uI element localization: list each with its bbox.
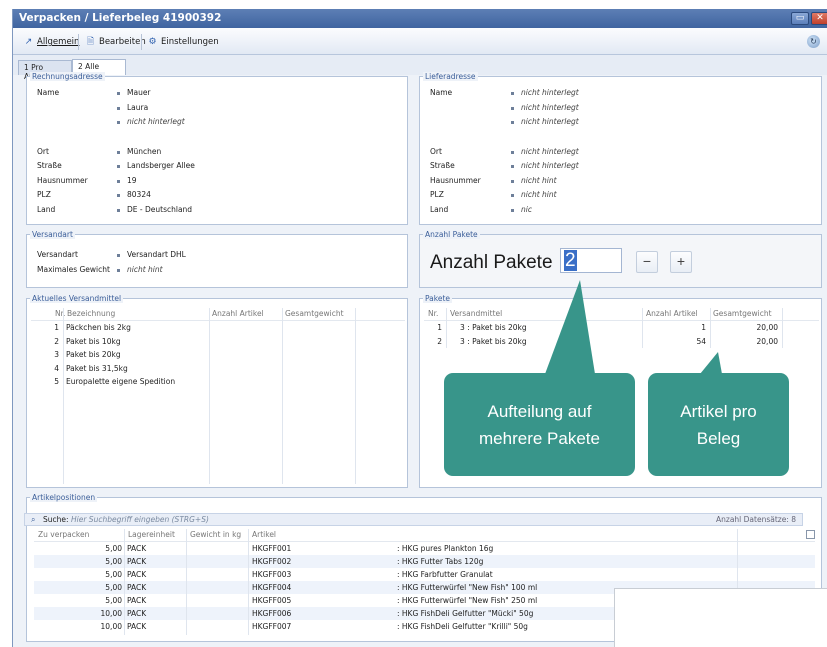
- article-sku-cell: HKGFF006: [252, 609, 292, 618]
- overlay-blank-area: [614, 588, 827, 647]
- column-header[interactable]: Artikel: [252, 530, 276, 539]
- callout-right-pointer: [700, 352, 722, 374]
- unit-cell: PACK: [127, 570, 147, 579]
- article-description-cell: : HKG Futter Tabs 120g: [397, 557, 484, 566]
- column-header[interactable]: Lagereinheit: [128, 530, 175, 539]
- unit-cell: PACK: [127, 622, 147, 631]
- article-description-cell: : HKG FishDeli Gelfutter "Krilli" 50g: [397, 622, 528, 631]
- callout-split-packages-text: Aufteilung auf mehrere Pakete: [479, 401, 600, 448]
- quantity-cell: 5,00: [105, 557, 122, 566]
- article-sku-cell: HKGFF007: [252, 622, 292, 631]
- callout-split-packages: Aufteilung auf mehrere Pakete: [444, 373, 635, 476]
- article-description-cell: : HKG Futterwürfel "New Fish" 100 ml: [397, 583, 538, 592]
- article-description-cell: : HKG pures Plankton 16g: [397, 544, 494, 553]
- quantity-cell: 5,00: [105, 570, 122, 579]
- unit-cell: PACK: [127, 583, 147, 592]
- search-input[interactable]: Hier Suchbegriff eingeben (STRG+S): [71, 515, 209, 524]
- column-divider: [248, 529, 249, 635]
- callout-left-pointer: [545, 280, 595, 374]
- unit-cell: PACK: [127, 596, 147, 605]
- column-divider: [124, 529, 125, 635]
- quantity-cell: 5,00: [105, 596, 122, 605]
- quantity-cell: 10,00: [100, 609, 122, 618]
- column-chooser-icon[interactable]: [806, 530, 815, 539]
- article-sku-cell: HKGFF003: [252, 570, 292, 579]
- unit-cell: PACK: [127, 557, 147, 566]
- unit-cell: PACK: [127, 609, 147, 618]
- column-divider: [186, 529, 187, 635]
- article-positions-legend: Artikelpositionen: [30, 493, 98, 502]
- quantity-cell: 5,00: [105, 544, 122, 553]
- article-sku-cell: HKGFF004: [252, 583, 292, 592]
- article-sku-cell: HKGFF002: [252, 557, 292, 566]
- search-icon: ⌕: [31, 515, 36, 524]
- article-sku-cell: HKGFF005: [252, 596, 292, 605]
- callout-articles-per-document-text: Artikel pro Beleg: [680, 401, 757, 448]
- article-sku-cell: HKGFF001: [252, 544, 292, 553]
- quantity-cell: 5,00: [105, 583, 122, 592]
- unit-cell: PACK: [127, 544, 147, 553]
- article-description-cell: : HKG FishDeli Gelfutter "Mücki" 50g: [397, 609, 534, 618]
- search-label: Suche:: [43, 515, 69, 524]
- record-count: Anzahl Datensätze: 8: [716, 515, 796, 524]
- article-description-cell: : HKG Futterwürfel "New Fish" 250 ml: [397, 596, 538, 605]
- article-search-bar: ⌕ Suche: Hier Suchbegriff eingeben (STRG…: [24, 513, 803, 526]
- quantity-cell: 10,00: [100, 622, 122, 631]
- column-header[interactable]: Zu verpacken: [38, 530, 89, 539]
- callout-articles-per-document: Artikel pro Beleg: [648, 373, 789, 476]
- column-header[interactable]: Gewicht in kg: [190, 530, 241, 539]
- article-description-cell: : HKG Farbfutter Granulat: [397, 570, 493, 579]
